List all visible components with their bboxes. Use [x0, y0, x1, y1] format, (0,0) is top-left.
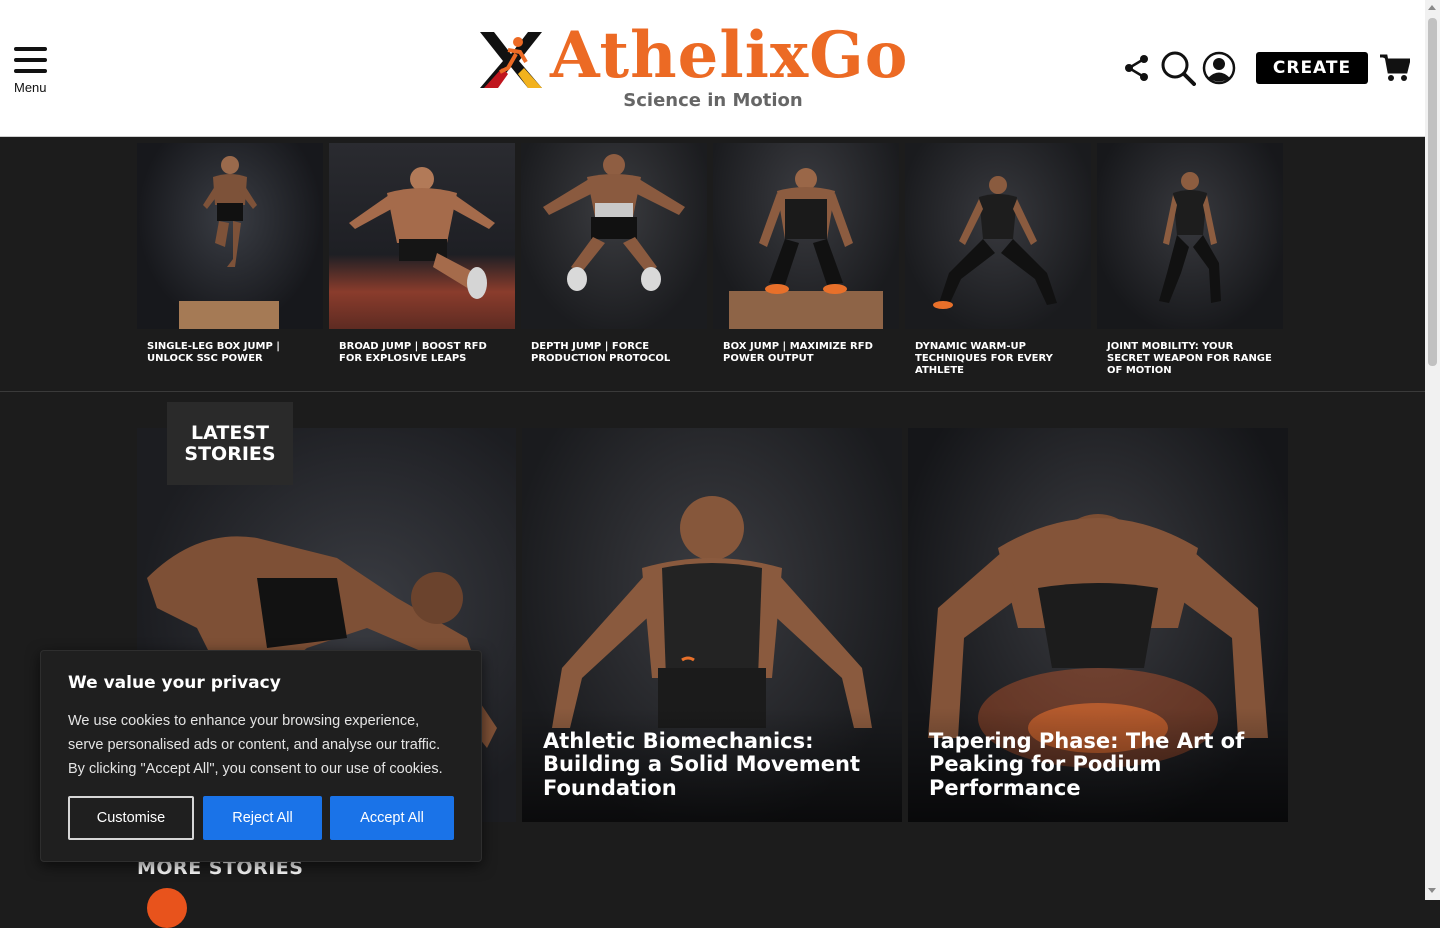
featured-title: DYNAMIC WARM-UP TECHNIQUES FOR EVERY ATH… — [915, 341, 1053, 376]
featured-title: SINGLE-LEG BOX JUMP | UNLOCK SSC POWER — [147, 341, 280, 364]
scroll-up-icon[interactable] — [1428, 5, 1436, 10]
customise-button[interactable]: Customise — [68, 796, 194, 840]
user-account-icon[interactable] — [1202, 51, 1236, 85]
featured-image — [521, 143, 707, 329]
scroll-down-icon[interactable] — [1428, 888, 1436, 893]
share-icon[interactable] — [1124, 54, 1150, 82]
author-avatar[interactable] — [147, 888, 187, 928]
featured-card[interactable]: BROAD JUMP | BOOST RFD FOR EXPLOSIVE LEA… — [329, 143, 515, 365]
scroll-thumb[interactable] — [1428, 18, 1437, 366]
reject-all-button[interactable]: Reject All — [203, 796, 322, 840]
story-card[interactable]: Athletic Biomechanics: Building a Solid … — [522, 428, 902, 822]
featured-title: DEPTH JUMP | FORCE PRODUCTION PROTOCOL — [531, 341, 671, 364]
cookie-body: We use cookies to enhance your browsing … — [68, 713, 443, 777]
featured-image — [713, 143, 899, 329]
logo-wordmark: AthelixGo — [550, 18, 909, 93]
create-button[interactable]: CREATE — [1256, 52, 1368, 84]
cookie-title: We value your privacy — [68, 673, 281, 693]
cookie-consent-dialog: We value your privacy We use cookies to … — [40, 650, 482, 862]
search-icon[interactable] — [1160, 50, 1196, 86]
featured-card[interactable]: JOINT MOBILITY: YOUR SECRET WEAPON FOR R… — [1097, 143, 1283, 377]
menu-button[interactable]: Menu — [14, 47, 50, 95]
hamburger-icon — [14, 47, 47, 51]
story-card[interactable]: Tapering Phase: The Art of Peaking for P… — [908, 428, 1288, 822]
story-title: Athletic Biomechanics: Building a Solid … — [543, 728, 861, 800]
menu-label: Menu — [14, 80, 47, 95]
featured-image — [329, 143, 515, 329]
cart-icon[interactable] — [1380, 53, 1410, 83]
story-title: Tapering Phase: The Art of Peaking for P… — [929, 728, 1245, 800]
logo-tagline: Science in Motion — [623, 90, 803, 111]
featured-carousel: SINGLE-LEG BOX JUMP | UNLOCK SSC POWER B… — [0, 137, 1425, 392]
featured-card[interactable]: SINGLE-LEG BOX JUMP | UNLOCK SSC POWER — [137, 143, 323, 365]
featured-card[interactable]: DEPTH JUMP | FORCE PRODUCTION PROTOCOL — [521, 143, 707, 365]
latest-stories-heading: LATEST STORIES — [167, 402, 293, 485]
featured-card[interactable]: BOX JUMP | MAXIMIZE RFD POWER OUTPUT — [713, 143, 899, 365]
site-header: Menu AthelixGo Science in Motion CREATE — [0, 0, 1425, 137]
featured-title: BROAD JUMP | BOOST RFD FOR EXPLOSIVE LEA… — [339, 341, 487, 364]
featured-image — [905, 143, 1091, 329]
featured-title: JOINT MOBILITY: YOUR SECRET WEAPON FOR R… — [1107, 341, 1272, 376]
accept-all-button[interactable]: Accept All — [330, 796, 454, 840]
featured-title: BOX JUMP | MAXIMIZE RFD POWER OUTPUT — [723, 341, 873, 364]
featured-image — [137, 143, 323, 329]
site-logo[interactable]: AthelixGo Science in Motion — [478, 18, 948, 114]
logo-mark-icon — [480, 32, 542, 88]
featured-card[interactable]: DYNAMIC WARM-UP TECHNIQUES FOR EVERY ATH… — [905, 143, 1091, 377]
page-scrollbar[interactable] — [1425, 0, 1440, 900]
featured-image — [1097, 143, 1283, 329]
